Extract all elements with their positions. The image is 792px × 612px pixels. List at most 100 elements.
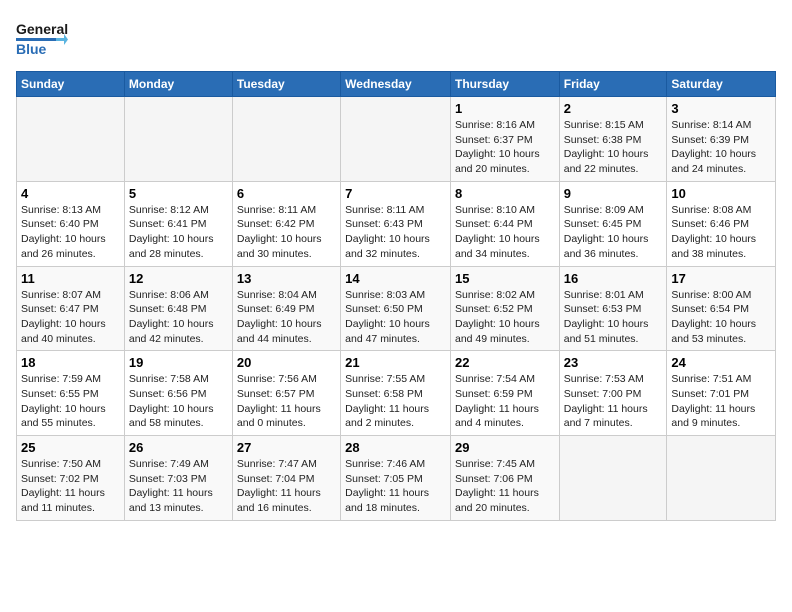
calendar-cell	[667, 436, 776, 521]
calendar-cell	[17, 97, 125, 182]
calendar-table: SundayMondayTuesdayWednesdayThursdayFrid…	[16, 71, 776, 521]
calendar-cell: 15 Sunrise: 8:02 AM Sunset: 6:52 PM Dayli…	[450, 266, 559, 351]
weekday-header-tuesday: Tuesday	[232, 72, 340, 97]
day-info: Sunrise: 7:59 AM Sunset: 6:55 PM Dayligh…	[21, 372, 120, 431]
calendar-cell: 3 Sunrise: 8:14 AM Sunset: 6:39 PM Daylig…	[667, 97, 776, 182]
day-number: 9	[564, 186, 663, 201]
calendar-cell: 7 Sunrise: 8:11 AM Sunset: 6:43 PM Daylig…	[341, 181, 451, 266]
day-info: Sunrise: 7:47 AM Sunset: 7:04 PM Dayligh…	[237, 457, 336, 516]
weekday-header-friday: Friday	[559, 72, 667, 97]
calendar-cell: 25 Sunrise: 7:50 AM Sunset: 7:02 PM Dayli…	[17, 436, 125, 521]
day-number: 23	[564, 355, 663, 370]
day-info: Sunrise: 8:15 AM Sunset: 6:38 PM Dayligh…	[564, 118, 663, 177]
day-info: Sunrise: 7:51 AM Sunset: 7:01 PM Dayligh…	[671, 372, 771, 431]
day-info: Sunrise: 7:58 AM Sunset: 6:56 PM Dayligh…	[129, 372, 228, 431]
day-info: Sunrise: 7:49 AM Sunset: 7:03 PM Dayligh…	[129, 457, 228, 516]
weekday-header-monday: Monday	[124, 72, 232, 97]
day-number: 28	[345, 440, 446, 455]
day-number: 19	[129, 355, 228, 370]
day-number: 3	[671, 101, 771, 116]
weekday-header-saturday: Saturday	[667, 72, 776, 97]
calendar-cell: 18 Sunrise: 7:59 AM Sunset: 6:55 PM Dayli…	[17, 351, 125, 436]
calendar-cell: 24 Sunrise: 7:51 AM Sunset: 7:01 PM Dayli…	[667, 351, 776, 436]
calendar-cell: 19 Sunrise: 7:58 AM Sunset: 6:56 PM Dayli…	[124, 351, 232, 436]
day-info: Sunrise: 8:10 AM Sunset: 6:44 PM Dayligh…	[455, 203, 555, 262]
day-number: 20	[237, 355, 336, 370]
day-info: Sunrise: 8:07 AM Sunset: 6:47 PM Dayligh…	[21, 288, 120, 347]
day-info: Sunrise: 8:09 AM Sunset: 6:45 PM Dayligh…	[564, 203, 663, 262]
calendar-cell: 11 Sunrise: 8:07 AM Sunset: 6:47 PM Dayli…	[17, 266, 125, 351]
day-number: 18	[21, 355, 120, 370]
calendar-cell	[559, 436, 667, 521]
weekday-header-thursday: Thursday	[450, 72, 559, 97]
day-info: Sunrise: 8:11 AM Sunset: 6:43 PM Dayligh…	[345, 203, 446, 262]
day-info: Sunrise: 8:00 AM Sunset: 6:54 PM Dayligh…	[671, 288, 771, 347]
day-info: Sunrise: 7:46 AM Sunset: 7:05 PM Dayligh…	[345, 457, 446, 516]
day-number: 24	[671, 355, 771, 370]
calendar-cell: 14Sunrise: 8:03 AM Sunset: 6:50 PM Dayli…	[341, 266, 451, 351]
day-info: Sunrise: 8:08 AM Sunset: 6:46 PM Dayligh…	[671, 203, 771, 262]
day-info: Sunrise: 8:02 AM Sunset: 6:52 PM Dayligh…	[455, 288, 555, 347]
day-info: Sunrise: 7:56 AM Sunset: 6:57 PM Dayligh…	[237, 372, 336, 431]
calendar-cell: 4 Sunrise: 8:13 AM Sunset: 6:40 PM Daylig…	[17, 181, 125, 266]
day-number: 29	[455, 440, 555, 455]
day-info: Sunrise: 7:55 AM Sunset: 6:58 PM Dayligh…	[345, 372, 446, 431]
day-info: Sunrise: 8:06 AM Sunset: 6:48 PM Dayligh…	[129, 288, 228, 347]
day-number: 17	[671, 271, 771, 286]
day-info: Sunrise: 8:12 AM Sunset: 6:41 PM Dayligh…	[129, 203, 228, 262]
logo-icon: General Blue	[16, 16, 68, 58]
day-number: 21	[345, 355, 446, 370]
calendar-cell: 28 Sunrise: 7:46 AM Sunset: 7:05 PM Dayli…	[341, 436, 451, 521]
calendar-cell: 22 Sunrise: 7:54 AM Sunset: 6:59 PM Dayli…	[450, 351, 559, 436]
day-info: Sunrise: 7:45 AM Sunset: 7:06 PM Dayligh…	[455, 457, 555, 516]
day-info: Sunrise: 8:01 AM Sunset: 6:53 PM Dayligh…	[564, 288, 663, 347]
calendar-cell: 12Sunrise: 8:06 AM Sunset: 6:48 PM Dayli…	[124, 266, 232, 351]
calendar-cell: 16 Sunrise: 8:01 AM Sunset: 6:53 PM Dayli…	[559, 266, 667, 351]
calendar-cell: 10 Sunrise: 8:08 AM Sunset: 6:46 PM Dayli…	[667, 181, 776, 266]
day-number: 4	[21, 186, 120, 201]
day-number: 27	[237, 440, 336, 455]
day-number: 10	[671, 186, 771, 201]
day-number: 25	[21, 440, 120, 455]
calendar-cell: 17 Sunrise: 8:00 AM Sunset: 6:54 PM Dayli…	[667, 266, 776, 351]
calendar-cell: 8 Sunrise: 8:10 AM Sunset: 6:44 PM Daylig…	[450, 181, 559, 266]
calendar-cell: 5 Sunrise: 8:12 AM Sunset: 6:41 PM Daylig…	[124, 181, 232, 266]
calendar-cell: 20 Sunrise: 7:56 AM Sunset: 6:57 PM Dayli…	[232, 351, 340, 436]
weekday-header-sunday: Sunday	[17, 72, 125, 97]
calendar-cell: 9 Sunrise: 8:09 AM Sunset: 6:45 PM Daylig…	[559, 181, 667, 266]
day-info: Sunrise: 8:14 AM Sunset: 6:39 PM Dayligh…	[671, 118, 771, 177]
calendar-cell: 26 Sunrise: 7:49 AM Sunset: 7:03 PM Dayli…	[124, 436, 232, 521]
day-info: Sunrise: 8:13 AM Sunset: 6:40 PM Dayligh…	[21, 203, 120, 262]
day-number: 14	[345, 271, 446, 286]
day-number: 8	[455, 186, 555, 201]
day-info: Sunrise: 8:16 AM Sunset: 6:37 PM Dayligh…	[455, 118, 555, 177]
calendar-cell: 29 Sunrise: 7:45 AM Sunset: 7:06 PM Dayli…	[450, 436, 559, 521]
weekday-header-wednesday: Wednesday	[341, 72, 451, 97]
calendar-cell: 2 Sunrise: 8:15 AM Sunset: 6:38 PM Daylig…	[559, 97, 667, 182]
day-number: 15	[455, 271, 555, 286]
day-info: Sunrise: 7:54 AM Sunset: 6:59 PM Dayligh…	[455, 372, 555, 431]
day-number: 2	[564, 101, 663, 116]
calendar-cell	[341, 97, 451, 182]
day-number: 5	[129, 186, 228, 201]
day-number: 16	[564, 271, 663, 286]
calendar-cell	[124, 97, 232, 182]
calendar-cell: 27 Sunrise: 7:47 AM Sunset: 7:04 PM Dayli…	[232, 436, 340, 521]
day-number: 11	[21, 271, 120, 286]
day-number: 7	[345, 186, 446, 201]
calendar-cell	[232, 97, 340, 182]
calendar-cell: 13 Sunrise: 8:04 AM Sunset: 6:49 PM Dayli…	[232, 266, 340, 351]
day-number: 22	[455, 355, 555, 370]
svg-text:Blue: Blue	[16, 41, 47, 57]
calendar-cell: 6Sunrise: 8:11 AM Sunset: 6:42 PM Daylig…	[232, 181, 340, 266]
day-info: Sunrise: 7:53 AM Sunset: 7:00 PM Dayligh…	[564, 372, 663, 431]
day-info: Sunrise: 8:04 AM Sunset: 6:49 PM Dayligh…	[237, 288, 336, 347]
day-info: Sunrise: 7:50 AM Sunset: 7:02 PM Dayligh…	[21, 457, 120, 516]
day-number: 1	[455, 101, 555, 116]
day-number: 26	[129, 440, 228, 455]
day-number: 6	[237, 186, 336, 201]
calendar-cell: 23 Sunrise: 7:53 AM Sunset: 7:00 PM Dayli…	[559, 351, 667, 436]
svg-text:General: General	[16, 21, 68, 37]
day-number: 13	[237, 271, 336, 286]
calendar-cell: 1 Sunrise: 8:16 AM Sunset: 6:37 PM Daylig…	[450, 97, 559, 182]
